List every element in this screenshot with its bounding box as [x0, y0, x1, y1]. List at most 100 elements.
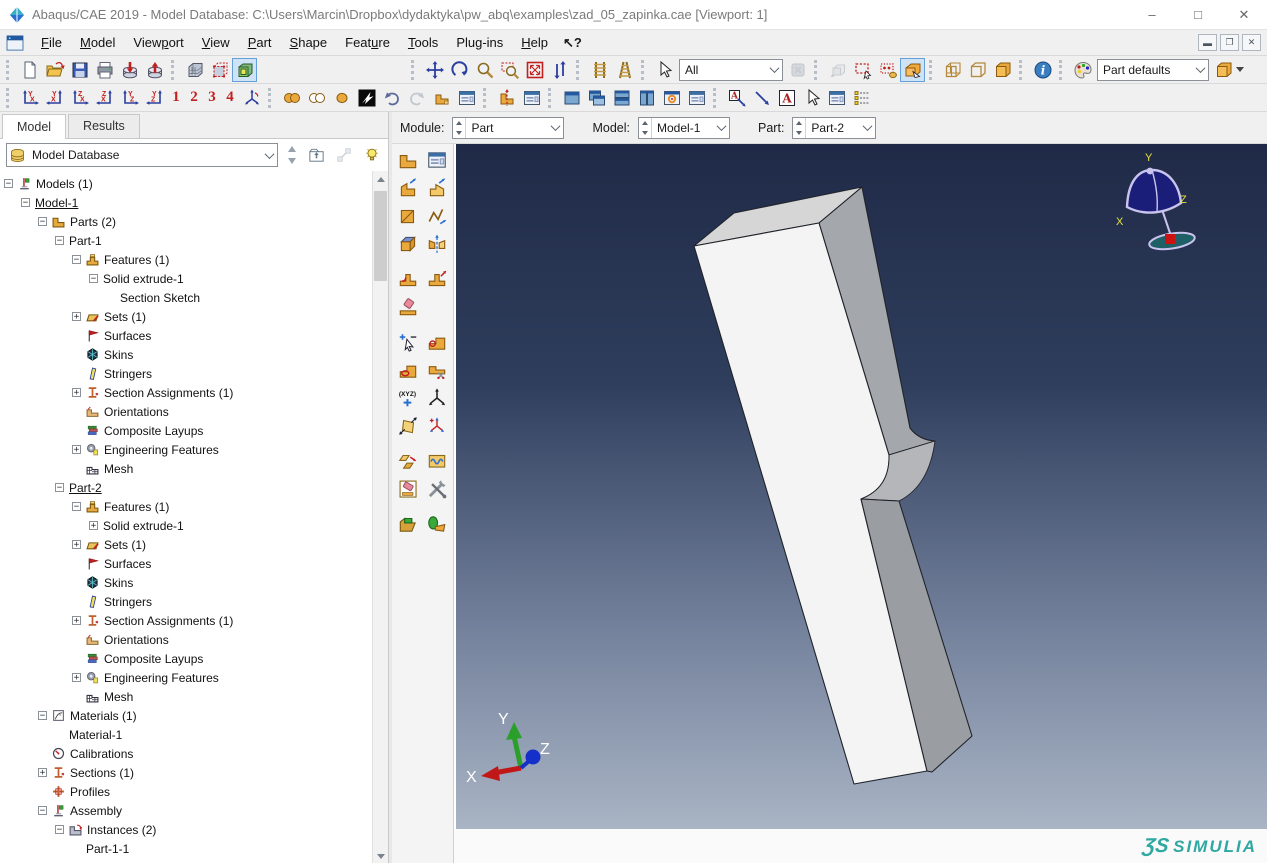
- view-4-button[interactable]: 4: [221, 86, 239, 110]
- toolbar-grip[interactable]: [6, 88, 14, 108]
- ann-text-icon[interactable]: A: [774, 86, 799, 110]
- cube-shaded-gold-icon[interactable]: [990, 58, 1015, 82]
- v-back-icon[interactable]: YX: [42, 86, 67, 110]
- minimize-button[interactable]: –: [1129, 0, 1175, 29]
- expand-icon[interactable]: +: [72, 540, 81, 549]
- color-code-combo[interactable]: Part defaults: [1097, 59, 1209, 81]
- tree-item[interactable]: Profiles: [0, 782, 372, 801]
- folder-up-icon[interactable]: [304, 143, 328, 167]
- view-3-button[interactable]: 3: [203, 86, 221, 110]
- save-icon[interactable]: [67, 58, 92, 82]
- info-icon[interactable]: i: [1030, 58, 1055, 82]
- collapse-icon[interactable]: −: [21, 198, 30, 207]
- cursor-plus-icon[interactable]: [395, 329, 422, 355]
- toolbar-grip[interactable]: [929, 60, 937, 80]
- rail-parallel-icon[interactable]: [587, 58, 612, 82]
- chevron-down-icon[interactable]: [1192, 60, 1208, 80]
- eraser-icon[interactable]: [395, 294, 422, 320]
- tree-item[interactable]: +Engineering Features: [0, 440, 372, 459]
- chevron-down-icon[interactable]: [766, 60, 782, 80]
- tree-item[interactable]: −εMaterials (1): [0, 706, 372, 725]
- bool-one-icon[interactable]: [329, 86, 354, 110]
- tree-item[interactable]: −Parts (2): [0, 212, 372, 231]
- edit-eraser-icon[interactable]: [395, 476, 422, 502]
- link-icon[interactable]: [332, 143, 356, 167]
- tab-results[interactable]: Results: [68, 114, 140, 138]
- rotate-icon[interactable]: [447, 58, 472, 82]
- collapse-icon[interactable]: −: [55, 825, 64, 834]
- tree-item[interactable]: −Assembly: [0, 801, 372, 820]
- planar-icon[interactable]: [395, 203, 422, 229]
- toolbar-grip[interactable]: [1019, 60, 1027, 80]
- toolbar-grip[interactable]: [411, 60, 419, 80]
- collapse-icon[interactable]: −: [89, 274, 98, 283]
- part-combo[interactable]: Part-2: [792, 117, 876, 139]
- tree-item[interactable]: −Part-1: [0, 231, 372, 250]
- edge-part-icon[interactable]: [424, 329, 451, 355]
- tree-item[interactable]: −Part-2: [0, 478, 372, 497]
- dg-pick-icon[interactable]: [875, 58, 900, 82]
- tree-item[interactable]: +Section Assignments (1): [0, 611, 372, 630]
- v-triad-icon[interactable]: [239, 86, 264, 110]
- probe-icon[interactable]: [900, 58, 925, 82]
- ann-select-icon[interactable]: [799, 86, 824, 110]
- tree-item[interactable]: Composite Layups: [0, 649, 372, 668]
- maximize-button[interactable]: □: [1175, 0, 1221, 29]
- v-top-icon[interactable]: ZX: [67, 86, 92, 110]
- bool-fill-icon[interactable]: [279, 86, 304, 110]
- cube-shaded-icon[interactable]: [232, 58, 257, 82]
- module-combo[interactable]: Part: [452, 117, 564, 139]
- view-2-button[interactable]: 2: [185, 86, 203, 110]
- tree-item[interactable]: −Model-1: [0, 193, 372, 212]
- chevron-down-icon[interactable]: [547, 118, 563, 138]
- tree-item[interactable]: Mesh: [0, 687, 372, 706]
- dg-box-icon[interactable]: [850, 58, 875, 82]
- tree-item[interactable]: −Features (1): [0, 250, 372, 269]
- tree-item[interactable]: Orientations: [0, 402, 372, 421]
- wave-icon[interactable]: [424, 448, 451, 474]
- sketch-part-icon[interactable]: [395, 448, 422, 474]
- manager-win-icon[interactable]: [824, 86, 849, 110]
- tree-item[interactable]: −Solid extrude-1: [0, 269, 372, 288]
- toolbar-grip[interactable]: [483, 88, 491, 108]
- vp-tileh-icon[interactable]: [609, 86, 634, 110]
- toolbar-grip[interactable]: [6, 60, 14, 80]
- scrollbar-thumb[interactable]: [374, 191, 387, 281]
- palette-icon[interactable]: [1070, 58, 1095, 82]
- collapse-icon[interactable]: −: [38, 806, 47, 815]
- collapse-icon[interactable]: −: [72, 502, 81, 511]
- tree-item[interactable]: Section Sketch: [0, 288, 372, 307]
- expand-icon[interactable]: +: [72, 388, 81, 397]
- manager-win-icon[interactable]: [454, 86, 479, 110]
- expand-icon[interactable]: +: [72, 312, 81, 321]
- tree-item[interactable]: −Features (1): [0, 497, 372, 516]
- model-database-combo[interactable]: Model Database: [6, 143, 278, 167]
- menu-help[interactable]: Help: [512, 32, 557, 53]
- open-file-icon[interactable]: [42, 58, 67, 82]
- toolbar-grip[interactable]: [268, 88, 276, 108]
- ann-options-icon[interactable]: [849, 86, 874, 110]
- tree-item[interactable]: +Solid extrude-1: [0, 516, 372, 535]
- ann-arrow-icon[interactable]: [749, 86, 774, 110]
- datum-plane-icon[interactable]: [395, 413, 422, 439]
- tree-item[interactable]: −Instances (2): [0, 820, 372, 839]
- datum-xyz-icon[interactable]: (XYZ): [395, 385, 422, 411]
- mdi-restore-button[interactable]: ❐: [1220, 34, 1239, 51]
- tree-item[interactable]: −Models (1): [0, 174, 372, 193]
- menu-plugins[interactable]: Plug-ins: [447, 32, 512, 53]
- menu-model[interactable]: Model: [71, 32, 124, 53]
- green1-icon[interactable]: [395, 511, 422, 537]
- cube-mesh-icon[interactable]: [182, 58, 207, 82]
- part-manager-icon[interactable]: [424, 147, 451, 173]
- tab-model[interactable]: Model: [2, 114, 66, 139]
- wire-icon[interactable]: [424, 203, 451, 229]
- expand-icon[interactable]: +: [72, 616, 81, 625]
- dropdown-arrow-icon[interactable]: [1236, 67, 1244, 76]
- toolbar-grip[interactable]: [171, 60, 179, 80]
- selection-filter-combo[interactable]: All: [679, 59, 783, 81]
- menu-viewport[interactable]: Viewport: [124, 32, 192, 53]
- tree-item[interactable]: Mesh: [0, 459, 372, 478]
- tree-scrollbar[interactable]: [372, 171, 388, 863]
- tree-item[interactable]: Surfaces: [0, 554, 372, 573]
- extrude-shell-icon[interactable]: [424, 175, 451, 201]
